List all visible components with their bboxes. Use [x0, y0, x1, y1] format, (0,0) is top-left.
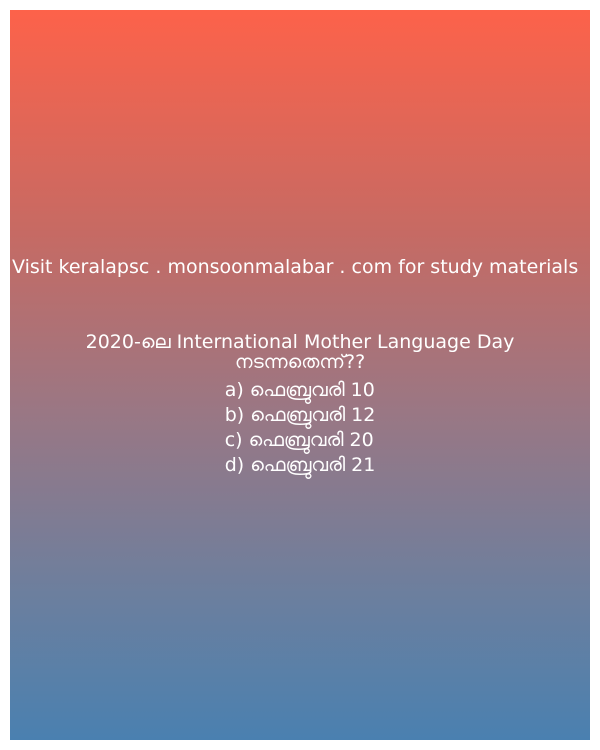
question-block: 2020-ലെ International Mother Language Da… [10, 332, 590, 478]
option-a: a) ഫെബ്രുവരി 10 [224, 379, 375, 401]
option-c: c) ഫെബ്രുവരി 20 [224, 429, 374, 451]
option-d: d) ഫെബ്രുവരി 21 [224, 454, 376, 476]
quiz-card: Visit keralapsc . monsoonmalabar . com f… [10, 10, 590, 740]
promo-text: Visit keralapsc . monsoonmalabar . com f… [12, 256, 579, 278]
option-b: b) ഫെബ്രുവരി 12 [224, 404, 376, 426]
question-text: 2020-ലെ International Mother Language Da… [85, 331, 515, 373]
options-list: a) ഫെബ്രുവരി 10 b) ഫെബ്രുവരി 12 c) ഫെബ്ര… [225, 378, 376, 478]
